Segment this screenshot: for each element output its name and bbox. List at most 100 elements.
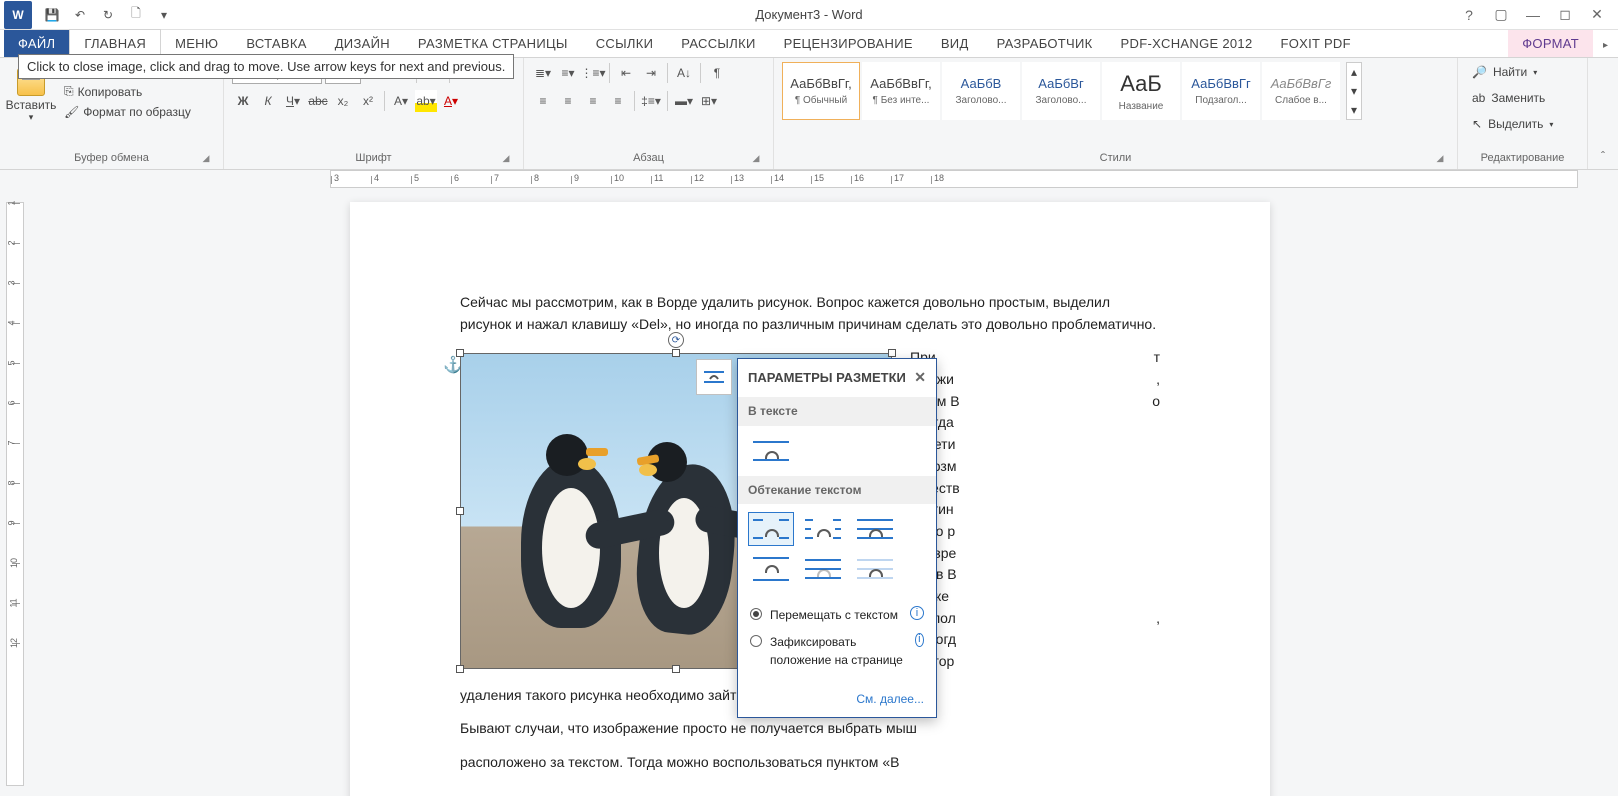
- tab-insert[interactable]: ВСТАВКА: [232, 30, 320, 57]
- wrap-through[interactable]: [852, 512, 898, 546]
- group-label-editing: Редактирование: [1466, 149, 1579, 167]
- clipboard-dialog-launcher[interactable]: ◢: [199, 151, 213, 165]
- wrap-topbottom[interactable]: [748, 552, 794, 586]
- close-button[interactable]: ✕: [1582, 3, 1612, 27]
- italic-button[interactable]: К: [257, 90, 279, 112]
- style-item[interactable]: АаБбВгЗаголово...: [1022, 62, 1100, 120]
- bullets-button[interactable]: ≣▾: [532, 62, 554, 84]
- resize-handle-ne[interactable]: [888, 349, 896, 357]
- format-painter-button[interactable]: 🖌Формат по образцу: [60, 103, 195, 121]
- replace-button[interactable]: abЗаменить: [1466, 88, 1551, 108]
- tab-foxit[interactable]: Foxit PDF: [1267, 30, 1365, 57]
- paragraph[interactable]: расположено за текстом. Тогда можно восп…: [460, 752, 1160, 774]
- title-bar: W 💾 ↶ ↻ 🗋 ▾ Документ3 - Word ? ▢ — ◻ ✕: [0, 0, 1618, 30]
- wrap-inline[interactable]: [748, 434, 794, 468]
- wrap-tight[interactable]: [800, 512, 846, 546]
- align-left-button[interactable]: ≡: [532, 90, 554, 112]
- tab-developer[interactable]: РАЗРАБОТЧИК: [983, 30, 1107, 57]
- subscript-button[interactable]: x₂: [332, 90, 354, 112]
- numbering-button[interactable]: ≡▾: [557, 62, 579, 84]
- copy-button[interactable]: ⎘Копировать: [60, 82, 195, 101]
- highlight-button[interactable]: ab▾: [415, 90, 437, 112]
- radio-fix-position[interactable]: Зафиксировать положение на странице i: [750, 629, 924, 674]
- tab-references[interactable]: ССЫЛКИ: [582, 30, 668, 57]
- resize-handle-w[interactable]: [456, 507, 464, 515]
- new-doc-button[interactable]: 🗋: [124, 3, 148, 27]
- resize-handle-s[interactable]: [672, 665, 680, 673]
- redo-button[interactable]: ↻: [96, 3, 120, 27]
- multilevel-button[interactable]: ⋮≡▾: [582, 62, 604, 84]
- layout-icon: [702, 367, 726, 387]
- replace-icon: ab: [1472, 91, 1485, 105]
- underline-button[interactable]: Ч▾: [282, 90, 304, 112]
- paragraph[interactable]: Сейчас мы рассмотрим, как в Ворде удалит…: [460, 292, 1160, 335]
- text-effects-button[interactable]: A▾: [390, 90, 412, 112]
- line-spacing-button[interactable]: ‡≡▾: [640, 90, 662, 112]
- style-item[interactable]: АаБбВвГг,¶ Обычный: [782, 62, 860, 120]
- align-right-button[interactable]: ≡: [582, 90, 604, 112]
- resize-handle-n[interactable]: [672, 349, 680, 357]
- tab-view[interactable]: ВИД: [927, 30, 983, 57]
- show-marks-button[interactable]: ¶: [706, 62, 728, 84]
- info-icon[interactable]: i: [910, 606, 924, 620]
- wrap-front[interactable]: [852, 552, 898, 586]
- page[interactable]: Сейчас мы рассмотрим, как в Ворде удалит…: [350, 202, 1270, 796]
- shading-button[interactable]: ▬▾: [673, 90, 695, 112]
- tab-mailings[interactable]: РАССЫЛКИ: [667, 30, 769, 57]
- style-item[interactable]: АаБбВвГгПодзагол...: [1182, 62, 1260, 120]
- ribbon-display-button[interactable]: ▢: [1486, 3, 1516, 27]
- resize-handle-sw[interactable]: [456, 665, 464, 673]
- paragraph-dialog-launcher[interactable]: ◢: [749, 151, 763, 165]
- tab-design[interactable]: ДИЗАЙН: [321, 30, 404, 57]
- superscript-button[interactable]: x²: [357, 90, 379, 112]
- styles-more-button[interactable]: ▴▾▾: [1346, 62, 1362, 120]
- popup-close-button[interactable]: ✕: [914, 367, 926, 389]
- popup-section-wrap: Обтекание текстом: [738, 476, 936, 505]
- layout-options-button[interactable]: [696, 359, 732, 395]
- collapse-ribbon-button[interactable]: ˆ: [1588, 58, 1618, 169]
- style-item[interactable]: АаБНазвание: [1102, 62, 1180, 120]
- decrease-indent-button[interactable]: ⇤: [615, 62, 637, 84]
- find-button[interactable]: 🔎Найти▾: [1466, 62, 1543, 82]
- paragraph[interactable]: Бывают случаи, что изображение просто не…: [460, 718, 1160, 740]
- vertical-ruler[interactable]: 123456789101112: [6, 202, 24, 786]
- font-dialog-launcher[interactable]: ◢: [499, 151, 513, 165]
- wrap-square[interactable]: [748, 512, 794, 546]
- bold-button[interactable]: Ж: [232, 90, 254, 112]
- qat-customize[interactable]: ▾: [152, 3, 176, 27]
- resize-handle-nw[interactable]: [456, 349, 464, 357]
- popup-section-inline: В тексте: [738, 397, 936, 426]
- style-item[interactable]: АаБбВвГгСлабое в...: [1262, 62, 1340, 120]
- tab-page-layout[interactable]: РАЗМЕТКА СТРАНИЦЫ: [404, 30, 582, 57]
- tab-overflow[interactable]: ▸: [1593, 34, 1618, 57]
- undo-button[interactable]: ↶: [68, 3, 92, 27]
- font-color-button[interactable]: A▾: [440, 90, 462, 112]
- group-label-clipboard: Буфер обмена◢: [8, 149, 215, 167]
- rotate-handle[interactable]: ⟳: [668, 332, 684, 348]
- strikethrough-button[interactable]: abc: [307, 90, 329, 112]
- horizontal-ruler[interactable]: 3456789101112131415161718: [330, 170, 1578, 188]
- tab-menu[interactable]: Меню: [161, 30, 232, 57]
- minimize-button[interactable]: —: [1518, 3, 1548, 27]
- align-center-button[interactable]: ≡: [557, 90, 579, 112]
- style-item[interactable]: АаБбВЗаголово...: [942, 62, 1020, 120]
- save-button[interactable]: 💾: [40, 3, 64, 27]
- style-item[interactable]: АаБбВвГг,¶ Без инте...: [862, 62, 940, 120]
- select-button[interactable]: ↖Выделить▾: [1466, 114, 1559, 134]
- tab-format[interactable]: ФОРМАТ: [1508, 30, 1593, 57]
- increase-indent-button[interactable]: ⇥: [640, 62, 662, 84]
- sort-button[interactable]: A↓: [673, 62, 695, 84]
- info-icon[interactable]: i: [915, 633, 924, 647]
- justify-button[interactable]: ≡: [607, 90, 629, 112]
- radio-move-with-text[interactable]: Перемещать с текстом i: [750, 602, 924, 629]
- help-button[interactable]: ?: [1454, 3, 1484, 27]
- maximize-button[interactable]: ◻: [1550, 3, 1580, 27]
- tab-pdfxchange[interactable]: PDF-XChange 2012: [1107, 30, 1267, 57]
- tab-review[interactable]: РЕЦЕНЗИРОВАНИЕ: [770, 30, 927, 57]
- inline-image[interactable]: ⚓ ⟳: [460, 353, 892, 669]
- wrap-behind[interactable]: [800, 552, 846, 586]
- styles-dialog-launcher[interactable]: ◢: [1433, 151, 1447, 165]
- tab-file[interactable]: ФАЙЛ: [4, 30, 69, 57]
- borders-button[interactable]: ⊞▾: [698, 90, 720, 112]
- see-more-link[interactable]: См. далее...: [856, 692, 924, 706]
